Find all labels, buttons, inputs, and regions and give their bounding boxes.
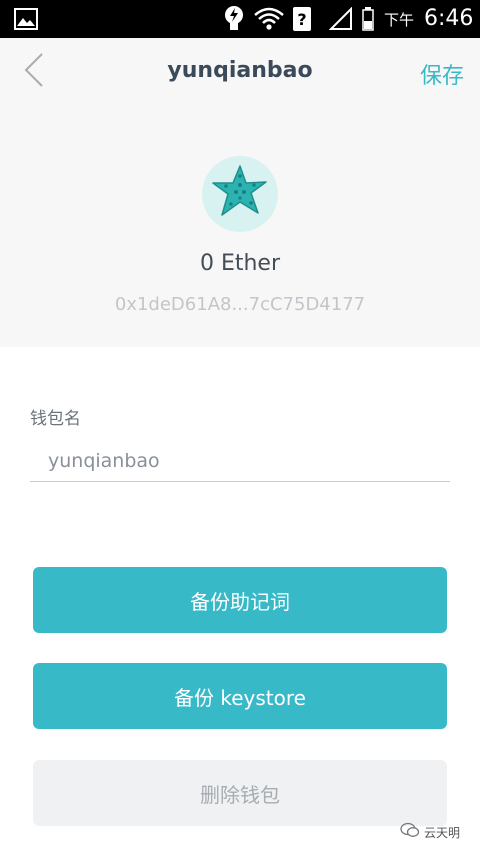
watermark: 云天明 xyxy=(400,820,476,844)
watermark-text: 云天明 xyxy=(424,825,461,840)
signal-icon xyxy=(328,0,354,38)
starfish-icon xyxy=(209,163,271,225)
battery-icon xyxy=(360,0,376,38)
back-button[interactable] xyxy=(18,52,50,92)
status-time: 6:46 xyxy=(424,6,474,31)
svg-text:?: ? xyxy=(297,10,306,29)
page-title: yunqianbao xyxy=(167,58,313,83)
wallet-address: 0x1deD61A8...7cC75D4177 xyxy=(114,294,366,315)
backup-keystore-button[interactable]: 备份 keystore xyxy=(33,663,447,729)
status-ampm: 下午 xyxy=(384,11,415,29)
question-icon: ? xyxy=(290,0,314,38)
gallery-icon xyxy=(12,0,40,38)
wallet-avatar xyxy=(202,156,278,232)
wallet-name-input[interactable] xyxy=(30,440,450,482)
wallet-header: yunqianbao 保存 0 Ether 0x1deD61A8...7cC75… xyxy=(0,38,480,347)
wifi-icon xyxy=(252,0,286,38)
status-bar: ? 下午 6:46 xyxy=(0,0,480,38)
save-button[interactable]: 保存 xyxy=(412,58,472,90)
delete-wallet-button[interactable]: 删除钱包 xyxy=(33,760,447,826)
wallet-balance: 0 Ether xyxy=(199,251,281,276)
chevron-left-icon xyxy=(23,52,45,92)
lightbulb-icon xyxy=(222,0,246,38)
wechat-icon xyxy=(400,822,420,842)
backup-mnemonic-button[interactable]: 备份助记词 xyxy=(33,567,447,633)
wallet-name-label: 钱包名 xyxy=(30,409,81,429)
